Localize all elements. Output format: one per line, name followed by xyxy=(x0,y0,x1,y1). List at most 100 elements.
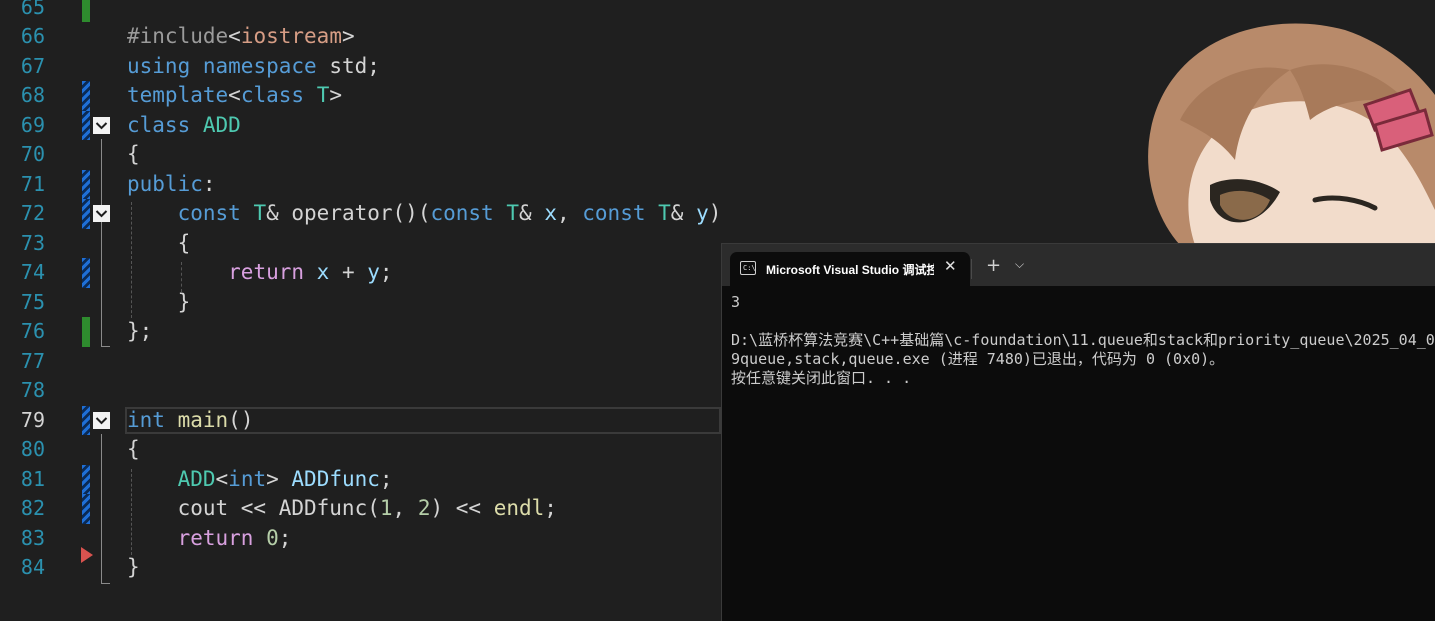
collapse-icon[interactable] xyxy=(93,116,110,134)
change-marker-unsaved xyxy=(82,169,90,199)
line-number: 84 xyxy=(20,555,45,579)
collapse-icon[interactable] xyxy=(93,205,110,222)
code-token: endl xyxy=(493,496,545,520)
line-number: 75 xyxy=(20,289,45,314)
background-anime-character-image xyxy=(1120,0,1435,245)
code-token: main xyxy=(177,407,229,432)
change-marker-saved xyxy=(82,0,90,22)
code-token: T xyxy=(253,201,267,225)
line-number: 81 xyxy=(20,466,45,491)
collapse-icon[interactable] xyxy=(93,411,110,429)
code-token: x xyxy=(316,260,330,284)
line-number: 73 xyxy=(20,230,45,255)
code-token: < xyxy=(228,83,241,107)
terminal-tab[interactable]: C:\ Microsoft Visual Studio 调试控制台 ✕ xyxy=(730,252,970,286)
code-text[interactable]: class ADD xyxy=(127,111,241,141)
code-token: < xyxy=(228,24,241,48)
code-text[interactable]: using namespace std; xyxy=(127,52,380,82)
code-token: 1 xyxy=(379,496,393,520)
change-marker-unsaved xyxy=(82,494,90,524)
terminal-output-line: 9queue,stack,queue.exe (进程 7480)已退出，代码为 … xyxy=(731,350,1225,368)
code-token: class xyxy=(240,83,305,107)
code-text[interactable]: } xyxy=(127,288,191,318)
code-text[interactable]: template<class T> xyxy=(127,81,342,111)
change-marker-unsaved xyxy=(82,258,90,288)
new-tab-button[interactable]: + xyxy=(986,256,1001,276)
terminal-output-line: 按任意键关闭此窗口. . . xyxy=(731,369,912,387)
code-token: T xyxy=(506,201,520,225)
code-token: cout << ADDfunc( xyxy=(127,496,380,520)
code-token: ; xyxy=(379,466,393,491)
code-token: const xyxy=(582,201,646,225)
code-token: > xyxy=(341,24,355,48)
line-number: 68 xyxy=(20,83,45,107)
code-text[interactable]: public: xyxy=(127,170,216,200)
code-token: & xyxy=(670,201,697,225)
line-number: 69 xyxy=(20,112,45,137)
line-number: 77 xyxy=(20,348,45,373)
code-token: using xyxy=(127,53,191,78)
code-text[interactable]: { xyxy=(127,140,140,170)
code-token: x xyxy=(544,201,557,225)
code-token: #include xyxy=(127,24,229,48)
code-text[interactable]: #include<iostream> xyxy=(127,22,355,52)
close-tab-icon[interactable]: ✕ xyxy=(944,257,957,275)
code-token: 0 xyxy=(266,525,279,550)
change-marker-unsaved xyxy=(82,464,90,494)
code-text[interactable]: return 0; xyxy=(127,524,292,554)
code-token: y xyxy=(367,260,380,284)
change-marker-unsaved xyxy=(82,110,90,140)
line-number: 72 xyxy=(20,201,45,225)
code-token: ; xyxy=(544,496,557,520)
code-text[interactable]: cout << ADDfunc(1, 2) << endl; xyxy=(127,494,557,524)
code-text[interactable]: ADD<int> ADDfunc; xyxy=(127,465,393,495)
code-text[interactable]: const T& operator()(const T& x, const T&… xyxy=(127,199,722,229)
line-number: 82 xyxy=(20,496,45,520)
line-number: 78 xyxy=(20,378,45,402)
code-token: : xyxy=(202,171,216,196)
code-token: int xyxy=(228,466,267,491)
debug-console-window[interactable]: C:\ Microsoft Visual Studio 调试控制台 ✕ + ⌵ … xyxy=(721,243,1435,621)
line-number: 80 xyxy=(20,437,45,461)
code-token: ; xyxy=(379,260,393,284)
code-token: const xyxy=(430,201,494,225)
line-number: 66 xyxy=(20,24,45,48)
terminal-output-line: D:\蓝桥杯算法竞赛\C++基础篇\c-foundation\11.queue和… xyxy=(731,331,1435,349)
code-token: { xyxy=(127,142,140,166)
code-text[interactable]: { xyxy=(127,229,191,259)
code-text[interactable]: { xyxy=(127,435,140,465)
code-text[interactable]: } xyxy=(127,553,140,583)
code-text[interactable]: int main() xyxy=(127,406,253,436)
code-token: , xyxy=(392,496,418,520)
code-text[interactable]: }; xyxy=(127,317,152,347)
code-token: } xyxy=(127,555,140,579)
code-token: ADDfunc xyxy=(291,466,380,491)
tab-dropdown-icon[interactable]: ⌵ xyxy=(1015,257,1024,272)
code-token: T xyxy=(316,83,330,107)
code-token: namespace xyxy=(202,53,317,78)
code-token: ) xyxy=(708,201,722,225)
code-token: public xyxy=(127,171,203,196)
code-token: T xyxy=(658,201,671,225)
code-token: & xyxy=(519,201,545,225)
code-token: iostream xyxy=(240,24,342,48)
change-marker-unsaved xyxy=(82,405,90,435)
code-token: & operator()( xyxy=(266,201,431,225)
code-text[interactable]: return x + y; xyxy=(127,258,393,288)
change-marker-unsaved xyxy=(82,199,90,229)
code-token: { xyxy=(127,437,140,461)
code-token: y xyxy=(696,201,709,225)
code-token: ADD xyxy=(202,112,241,137)
code-token: std; xyxy=(316,53,380,78)
code-token: > xyxy=(329,83,342,107)
code-token: template xyxy=(127,83,229,107)
